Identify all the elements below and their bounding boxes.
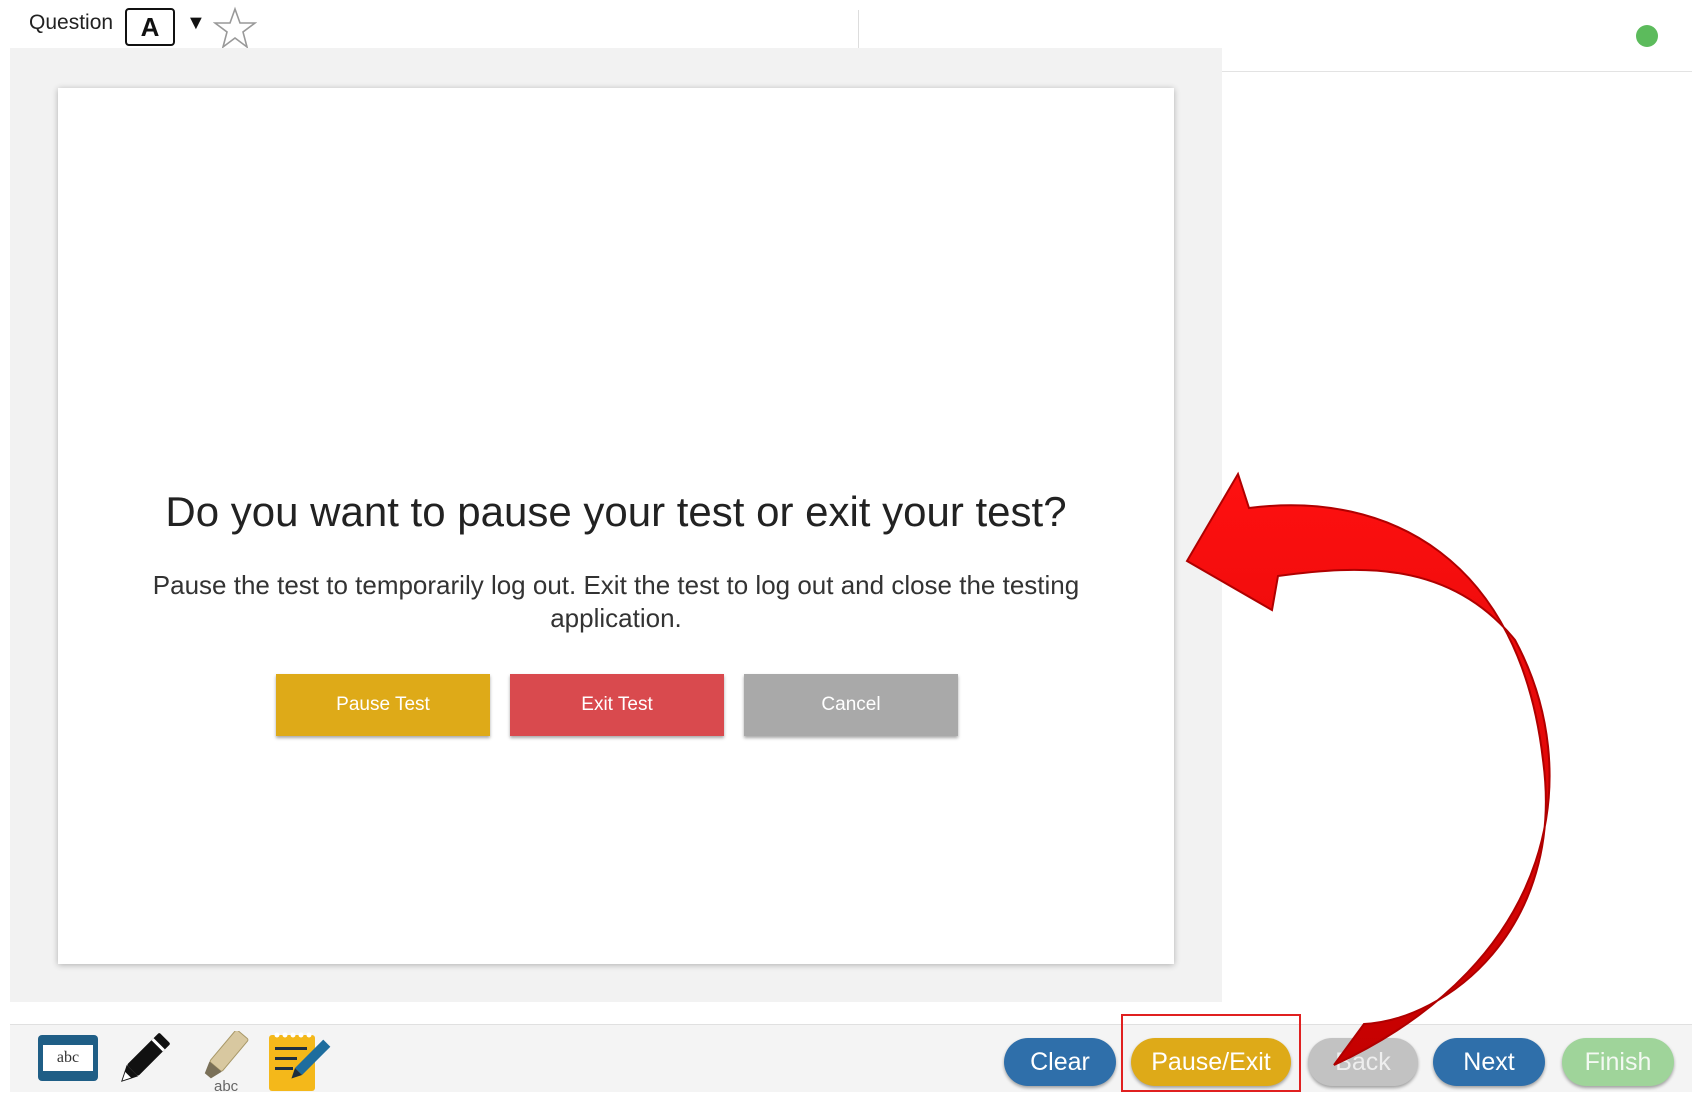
notepad-icon[interactable]	[265, 1029, 331, 1093]
pencil-icon[interactable]	[113, 1031, 173, 1089]
question-id-box[interactable]: A	[125, 8, 175, 46]
dialog-title: Do you want to pause your test or exit y…	[165, 488, 1067, 535]
question-dropdown-icon[interactable]: ▼	[186, 12, 206, 35]
highlighter-label: abc	[214, 1078, 239, 1093]
pause-test-button[interactable]: Pause Test	[276, 674, 490, 736]
connection-status-indicator	[1636, 25, 1658, 47]
finish-button[interactable]: Finish	[1562, 1038, 1674, 1086]
dialog-button-row: Pause Test Exit Test Cancel	[276, 674, 958, 736]
clear-button[interactable]: Clear	[1004, 1038, 1116, 1086]
pause-exit-button[interactable]: Pause/Exit	[1131, 1038, 1291, 1086]
dictionary-icon[interactable]: abc	[38, 1035, 98, 1081]
next-button[interactable]: Next	[1433, 1038, 1545, 1086]
question-label: Question	[29, 11, 114, 34]
dialog-message: Pause the test to temporarily log out. E…	[152, 570, 1080, 633]
pause-exit-dialog: Do you want to pause your test or exit y…	[58, 88, 1174, 964]
dictionary-label: abc	[43, 1045, 93, 1071]
back-button[interactable]: Back	[1308, 1038, 1418, 1086]
bottom-toolbar: abc abc Clear Pause/Exit Back Next Finis…	[10, 1024, 1692, 1093]
header-divider	[858, 10, 859, 50]
star-outline-icon[interactable]	[213, 6, 257, 50]
highlighter-icon[interactable]: abc	[190, 1031, 256, 1093]
cancel-button[interactable]: Cancel	[744, 674, 958, 736]
exit-test-button[interactable]: Exit Test	[510, 674, 724, 736]
